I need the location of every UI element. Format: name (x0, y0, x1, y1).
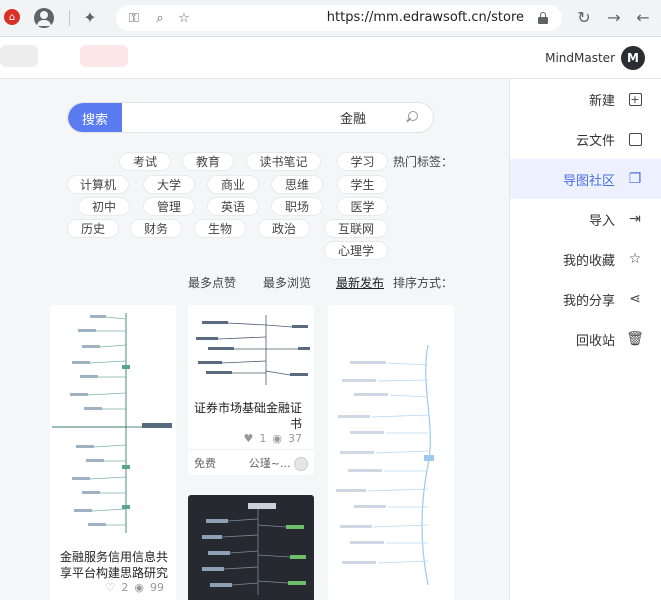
card-thumbnail (336, 344, 434, 586)
view-count: 37 (288, 432, 302, 445)
tag-item[interactable]: 学习 (337, 152, 388, 171)
tag-item[interactable]: 思维 (271, 175, 323, 194)
sidebar-item-label: 云文件 (575, 133, 615, 149)
tag-item[interactable]: 读书笔记 (246, 152, 321, 171)
extension-icon[interactable]: ⌂ (4, 9, 20, 25)
tag-item[interactable]: 考试 (119, 152, 171, 171)
map-card[interactable] (328, 305, 454, 600)
sort-newest[interactable]: 最新发布 (336, 274, 384, 291)
tags-label: 热门标签： (392, 155, 453, 169)
bookmark-star-icon[interactable]: ☆ (174, 8, 194, 28)
card-thumbnail (202, 503, 306, 595)
sidebar-item-favorites[interactable]: 我的收藏 ☆ (510, 239, 661, 279)
card-stats: ♡ 2 ◉ 99 (106, 581, 164, 594)
file-icon (627, 131, 643, 147)
search-icon (405, 111, 419, 125)
address-bar[interactable]: ⚿ ⌕ ☆ https://mm.edrawsoft.cn/store (116, 5, 562, 31)
main-content: 搜索 热门标签： 学习 读书笔记 教育 考试 学生 思维 商业 大学 计算机 医… (0, 79, 509, 600)
like-count: 2 (121, 581, 129, 594)
plus-square-icon: + (628, 92, 642, 106)
sidebar-item-label: 我的收藏 (562, 253, 615, 269)
view-icon: ◉ (134, 581, 144, 594)
sort-most-viewed[interactable]: 最多浏览 (263, 274, 311, 291)
like-count: 1 (259, 432, 267, 445)
author-avatar (294, 456, 308, 471)
tag-item[interactable]: 财务 (130, 219, 182, 238)
url-text[interactable]: https://mm.edrawsoft.cn/store (327, 10, 524, 25)
brand-name: MindMaster (545, 51, 615, 65)
sidebar-item-label: 新建 (588, 93, 615, 109)
map-card[interactable]: 金融服务信用信息共享平台构建思路研究 ♡ 2 ◉ 99 (50, 305, 176, 600)
card-title[interactable]: 证券市场基础金融证书 (190, 400, 302, 432)
card-thumbnail (52, 313, 172, 533)
tag-item[interactable]: 历史 (67, 219, 119, 238)
view-count: 99 (150, 581, 164, 594)
brand-logo-icon: M (621, 46, 645, 70)
tag-item[interactable]: 大学 (143, 175, 195, 194)
blurred-avatar[interactable] (0, 45, 38, 67)
tag-item[interactable]: 初中 (78, 197, 130, 216)
tag-item[interactable]: 英语 (207, 197, 259, 216)
toolbar-divider (69, 10, 70, 26)
sidebar-item-new[interactable]: 新建 + (510, 79, 661, 119)
key-icon[interactable]: ⚿ (124, 8, 144, 28)
tag-item[interactable]: 职场 (271, 197, 323, 216)
tag-item[interactable]: 医学 (337, 197, 388, 216)
sort-label: 排序方式： (392, 276, 453, 290)
star-icon: ☆ (628, 251, 642, 267)
copy-icon: ❐ (628, 171, 642, 187)
tag-item[interactable]: 学生 (337, 175, 388, 194)
sidebar-item-shares[interactable]: 我的分享 ⋖ (510, 279, 661, 319)
search-button[interactable]: 搜索 (68, 103, 122, 132)
tag-item[interactable]: 商业 (207, 175, 259, 194)
sidebar-item-import[interactable]: 导入 ⇥ (510, 199, 661, 239)
tag-item[interactable]: 管理 (143, 197, 195, 216)
like-icon: ♥ (243, 432, 254, 445)
map-card[interactable]: 证券市场基础金融证书 ♥ 1 ◉ 37 免费 公瑾~... (188, 305, 314, 475)
reload-icon[interactable]: ↻ (572, 6, 596, 30)
browser-toolbar: ⌂ ✦ ⚿ ⌕ ☆ https://mm.edrawsoft.cn/store … (0, 0, 661, 37)
author[interactable]: 公瑾~... (249, 455, 308, 471)
card-footer: 免费 公瑾~... (188, 449, 314, 475)
tag-item[interactable]: 计算机 (67, 175, 129, 194)
forward-icon[interactable]: → (602, 6, 626, 30)
zoom-icon[interactable]: ⌕ (150, 8, 170, 28)
profile-avatar-icon[interactable] (34, 8, 54, 28)
card-stats: ♥ 1 ◉ 37 (244, 432, 302, 445)
card-thumbnail (196, 315, 310, 385)
sidebar: 新建 + 云文件 导图社区 ❐ 导入 ⇥ 我的收藏 ☆ 我的分享 ⋖ 回收站 🗑 (509, 79, 661, 600)
tag-item[interactable]: 心理学 (324, 241, 388, 260)
view-icon: ◉ (272, 432, 282, 445)
sidebar-item-community[interactable]: 导图社区 ❐ (510, 159, 661, 199)
app-header: MindMaster M (0, 37, 661, 79)
tag-item[interactable]: 互联网 (324, 219, 388, 238)
trash-icon: 🗑 (626, 331, 644, 347)
lock-icon[interactable] (538, 12, 548, 24)
back-icon[interactable]: ← (631, 6, 655, 30)
blurred-promo[interactable] (80, 45, 128, 67)
import-icon: ⇥ (629, 211, 641, 227)
search-bar: 搜索 (67, 102, 434, 133)
tag-item[interactable]: 政治 (258, 219, 310, 238)
brand[interactable]: MindMaster M (545, 45, 645, 71)
author-name: 公瑾~... (248, 456, 291, 470)
sidebar-item-label: 导入 (588, 213, 615, 229)
price-tag: 免费 (194, 456, 216, 470)
card-title[interactable]: 金融服务信用信息共享平台构建思路研究 (56, 549, 168, 581)
sidebar-item-label: 回收站 (575, 333, 615, 349)
extensions-puzzle-icon[interactable]: ✦ (78, 6, 102, 30)
share-icon: ⋖ (629, 291, 641, 307)
sidebar-item-label: 我的分享 (562, 293, 615, 309)
sidebar-item-cloud-files[interactable]: 云文件 (510, 119, 661, 159)
tag-item[interactable]: 教育 (182, 152, 234, 171)
sort-most-liked[interactable]: 最多点赞 (188, 274, 236, 291)
like-icon: ♡ (105, 581, 116, 594)
search-input[interactable] (126, 103, 366, 132)
sidebar-item-trash[interactable]: 回收站 🗑 (510, 319, 661, 359)
tag-item[interactable]: 生物 (194, 219, 246, 238)
sidebar-item-label: 导图社区 (562, 173, 615, 189)
map-card[interactable] (188, 495, 314, 600)
